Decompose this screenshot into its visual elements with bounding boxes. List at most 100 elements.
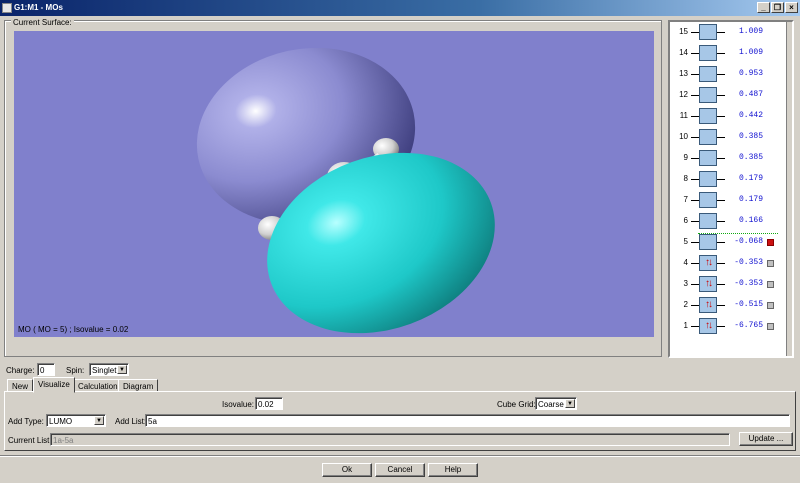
mo-number: 13 bbox=[679, 69, 688, 78]
mo-row[interactable]: 14 1.009 bbox=[670, 43, 788, 63]
charge-field[interactable]: 0 bbox=[37, 363, 55, 376]
footer-separator bbox=[0, 455, 800, 457]
mo-number: 10 bbox=[679, 132, 688, 141]
help-button[interactable]: Help bbox=[428, 463, 478, 477]
mo-row[interactable]: 9 0.385 bbox=[670, 148, 788, 168]
mo-level-line bbox=[717, 242, 725, 243]
title-bar: G1:M1 - MOs _ ❐ × bbox=[0, 0, 800, 16]
add-type-select[interactable]: LUMO ▼ bbox=[46, 414, 106, 427]
add-type-label: Add Type: bbox=[8, 417, 44, 426]
mo-energy: 0.953 bbox=[738, 69, 763, 78]
mo-level-line bbox=[717, 326, 725, 327]
chevron-down-icon[interactable]: ▼ bbox=[94, 416, 104, 425]
window-title: G1:M1 - MOs bbox=[14, 3, 63, 12]
mo-occupancy-box[interactable]: ↑↓ bbox=[699, 297, 717, 313]
mo-level-line bbox=[691, 263, 699, 264]
mo-select-marker[interactable] bbox=[767, 323, 774, 330]
mo-scrollbar[interactable] bbox=[786, 22, 792, 356]
mo-level-line bbox=[717, 158, 725, 159]
mo-row[interactable]: 11 0.442 bbox=[670, 106, 788, 126]
chevron-down-icon[interactable]: ▼ bbox=[565, 399, 575, 408]
mo-occupancy-box[interactable] bbox=[699, 234, 717, 250]
minimize-icon[interactable]: _ bbox=[757, 2, 770, 13]
cube-grid-value: Coarse bbox=[538, 400, 564, 409]
mo-level-line bbox=[691, 137, 699, 138]
mo-row[interactable]: 3 ↑↓ -0.353 bbox=[670, 274, 788, 294]
mo-energy: -0.353 bbox=[734, 258, 763, 267]
mo-occupancy-box[interactable]: ↑↓ bbox=[699, 276, 717, 292]
mo-energy: 0.442 bbox=[738, 111, 763, 120]
mo-occupancy-box[interactable]: ↑↓ bbox=[699, 318, 717, 334]
mo-occupancy-box[interactable] bbox=[699, 108, 717, 124]
current-list-field: 1a-5a bbox=[50, 433, 730, 446]
mo-number: 6 bbox=[683, 216, 688, 225]
cube-grid-select[interactable]: Coarse ▼ bbox=[535, 397, 577, 410]
current-list-label: Current List: bbox=[8, 436, 52, 445]
mo-occupancy-box[interactable] bbox=[699, 213, 717, 229]
add-list-field[interactable]: 5a bbox=[145, 414, 790, 427]
mo-select-marker[interactable] bbox=[767, 260, 774, 267]
mo-select-marker[interactable] bbox=[767, 281, 774, 288]
mo-row[interactable]: 2 ↑↓ -0.515 bbox=[670, 295, 788, 315]
mo-energy: 0.487 bbox=[738, 90, 763, 99]
mo-occupancy-box[interactable] bbox=[699, 150, 717, 166]
mo-row[interactable]: 6 0.166 bbox=[670, 211, 788, 231]
mo-occupancy-box[interactable] bbox=[699, 87, 717, 103]
mo-row[interactable]: 8 0.179 bbox=[670, 169, 788, 189]
spin-label: Spin: bbox=[66, 366, 85, 375]
mo-number: 14 bbox=[679, 48, 688, 57]
mo-energy: 1.009 bbox=[738, 48, 763, 57]
mo-row[interactable]: 4 ↑↓ -0.353 bbox=[670, 253, 788, 273]
mo-level-line bbox=[717, 53, 725, 54]
tab-visualize[interactable]: Visualize bbox=[33, 377, 75, 393]
ok-button[interactable]: Ok bbox=[322, 463, 372, 477]
mo-number: 11 bbox=[679, 111, 688, 120]
mo-occupancy-box[interactable]: ↑↓ bbox=[699, 255, 717, 271]
mo-level-line bbox=[717, 200, 725, 201]
mo-energy: 1.009 bbox=[738, 27, 763, 36]
mo-energy: 0.179 bbox=[738, 195, 763, 204]
mo-number: 5 bbox=[683, 237, 688, 246]
mo-number: 3 bbox=[683, 279, 688, 288]
mo-level-line bbox=[691, 53, 699, 54]
close-icon[interactable]: × bbox=[785, 2, 798, 13]
mo-select-marker[interactable] bbox=[767, 239, 774, 246]
mo-energy: 0.385 bbox=[738, 132, 763, 141]
charge-label: Charge: bbox=[6, 366, 35, 375]
mo-number: 4 bbox=[683, 258, 688, 267]
orbital-viewport[interactable]: MO ( MO = 5) ; Isovalue = 0.02 bbox=[14, 31, 654, 337]
mo-level-line bbox=[691, 221, 699, 222]
mo-level-line bbox=[717, 95, 725, 96]
mo-row[interactable]: 5 -0.068 bbox=[670, 232, 788, 252]
update-button[interactable]: Update ... bbox=[739, 432, 793, 446]
mo-row[interactable]: 13 0.953 bbox=[670, 64, 788, 84]
chevron-down-icon[interactable]: ▼ bbox=[117, 365, 127, 374]
mo-row[interactable]: 1 ↑↓ -6.765 bbox=[670, 316, 788, 336]
mo-number: 9 bbox=[683, 153, 688, 162]
mo-level-line bbox=[717, 137, 725, 138]
mo-row[interactable]: 10 0.385 bbox=[670, 127, 788, 147]
mo-energy-diagram[interactable]: 15 1.009 14 1.009 13 0.953 12 0.487 11 0.442 10 0.3… bbox=[668, 20, 794, 358]
mo-row[interactable]: 15 1.009 bbox=[670, 22, 788, 42]
mo-occupancy-box[interactable] bbox=[699, 24, 717, 40]
cancel-button[interactable]: Cancel bbox=[375, 463, 425, 477]
mo-occupancy-box[interactable] bbox=[699, 171, 717, 187]
spin-select[interactable]: Singlet ▼ bbox=[89, 363, 129, 376]
mo-occupancy-box[interactable] bbox=[699, 45, 717, 61]
mo-energy: -6.765 bbox=[734, 321, 763, 330]
mo-level-line bbox=[691, 284, 699, 285]
mo-energy: -0.515 bbox=[734, 300, 763, 309]
mo-occupancy-box[interactable] bbox=[699, 66, 717, 82]
isovalue-field[interactable]: 0.02 bbox=[255, 397, 283, 410]
mo-number: 1 bbox=[683, 321, 688, 330]
mo-level-line bbox=[691, 200, 699, 201]
mo-row[interactable]: 12 0.487 bbox=[670, 85, 788, 105]
mo-select-marker[interactable] bbox=[767, 302, 774, 309]
mo-occupancy-box[interactable] bbox=[699, 129, 717, 145]
mo-level-line bbox=[691, 116, 699, 117]
mo-occupancy-box[interactable] bbox=[699, 192, 717, 208]
mo-number: 8 bbox=[683, 174, 688, 183]
mo-level-line bbox=[717, 116, 725, 117]
mo-row[interactable]: 7 0.179 bbox=[670, 190, 788, 210]
restore-icon[interactable]: ❐ bbox=[771, 2, 784, 13]
